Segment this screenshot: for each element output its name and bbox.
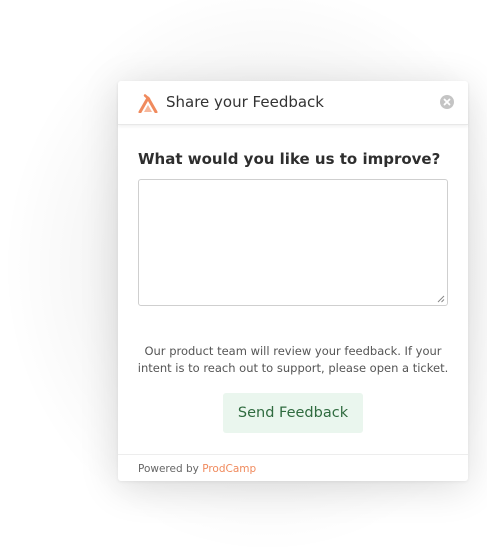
footer-divider [118, 454, 468, 455]
close-circle-icon [443, 98, 451, 106]
widget-header: Share your Feedback [118, 81, 468, 125]
close-button[interactable] [440, 95, 454, 109]
send-feedback-button[interactable]: Send Feedback [223, 393, 363, 433]
widget-title: Share your Feedback [166, 93, 324, 111]
powered-by-footer: Powered by ProdCamp [138, 463, 256, 475]
info-text: Our product team will review your feedba… [137, 344, 449, 375]
feedback-textarea[interactable] [138, 179, 448, 306]
feedback-widget: Share your Feedback What would you like … [118, 81, 468, 481]
prodcamp-link[interactable]: ProdCamp [202, 463, 256, 475]
feedback-question: What would you like us to improve? [138, 150, 441, 168]
resize-grip-icon[interactable] [437, 295, 445, 303]
prodcamp-logo-icon [138, 94, 158, 113]
powered-by-label: Powered by [138, 463, 199, 475]
